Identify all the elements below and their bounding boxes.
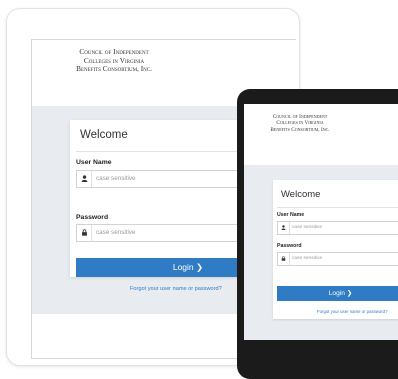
username-label: User Name [76,159,112,166]
lock-icon [278,253,290,265]
password-placeholder: case sensitive [292,256,323,261]
password-placeholder: case sensitive [96,229,136,236]
divider [277,207,398,208]
user-icon [77,171,92,187]
username-placeholder: case sensitive [292,225,323,230]
password-label: Password [76,214,109,221]
chevron-right-icon: ❯ [346,290,353,297]
login-title: Welcome [281,189,321,200]
login-button[interactable]: Login ❯ [277,286,398,301]
password-label: Password [277,243,302,249]
chevron-right-icon: ❯ [196,262,204,272]
brand-line-3: Benefits Consortium, Inc. [270,126,330,133]
password-field[interactable]: case sensitive [277,252,398,266]
login-button-label: Login [328,290,345,297]
phone-screen: Council of Independent Colleges in Virgi… [244,104,398,340]
login-button-label: Login [172,262,194,272]
login-title: Welcome [80,129,128,141]
lock-icon [77,225,92,241]
username-placeholder: case sensitive [96,175,136,182]
brand-line-3: Benefits Consortium, Inc. [76,64,152,74]
user-icon [278,222,290,234]
forgot-credentials-link[interactable]: Forgot your user name or password? [130,286,222,292]
brand-logo: Council of Independent Colleges in Virgi… [44,47,184,74]
username-label: User Name [277,212,305,218]
phone-device: Council of Independent Colleges in Virgi… [237,89,398,379]
brand-logo: Council of Independent Colleges in Virgi… [250,114,350,133]
login-card: Welcome User Name case sensitive Passwor… [273,180,398,319]
forgot-credentials-link[interactable]: Forgot your user name or password? [317,309,387,314]
username-field[interactable]: case sensitive [277,221,398,235]
